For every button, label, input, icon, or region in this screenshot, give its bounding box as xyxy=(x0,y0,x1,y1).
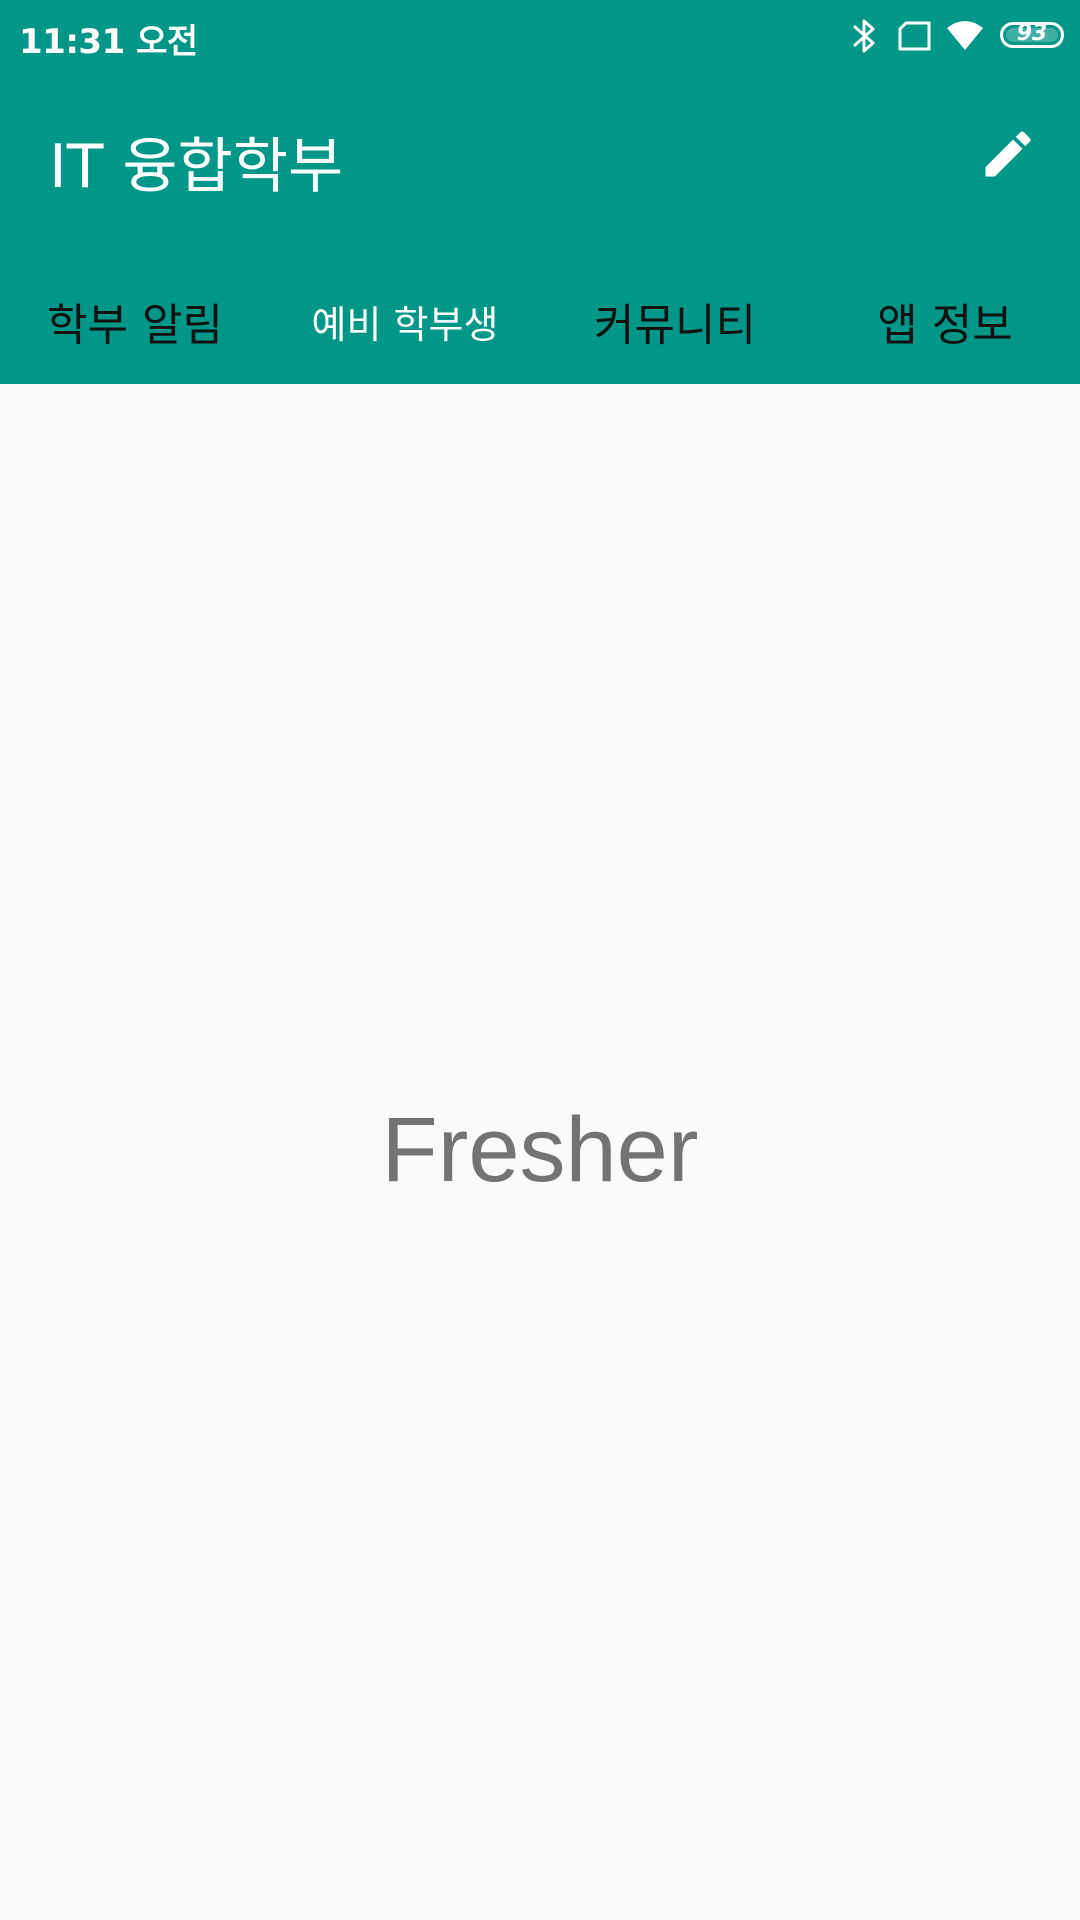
content-text: Fresher xyxy=(381,1099,699,1201)
screen: 11:31 오전 93 IT 융합학부 학부 알림 예비 학부생 커뮤니티 앱 … xyxy=(0,0,1080,1920)
edit-button[interactable] xyxy=(970,118,1046,194)
wifi-icon xyxy=(946,18,984,58)
tab-label: 학부 알림 xyxy=(47,300,223,351)
bluetooth-icon xyxy=(852,18,876,58)
tab-prospective-students[interactable]: 예비 학부생 xyxy=(270,258,540,384)
status-icons: 93 xyxy=(852,18,1064,54)
tab-label: 커뮤니티 xyxy=(594,300,756,351)
sim-card-icon xyxy=(896,18,934,58)
page-title: IT 융합학부 xyxy=(49,132,344,202)
tab-bar: 학부 알림 예비 학부생 커뮤니티 앱 정보 xyxy=(0,258,1080,384)
status-time: 11:31 오전 xyxy=(19,22,198,62)
tab-label: 앱 정보 xyxy=(877,300,1013,351)
tab-app-info[interactable]: 앱 정보 xyxy=(810,258,1080,384)
status-bar: 11:31 오전 93 xyxy=(0,0,1080,72)
tab-department-notice[interactable]: 학부 알림 xyxy=(0,258,270,384)
pencil-icon xyxy=(978,124,1038,188)
tab-community[interactable]: 커뮤니티 xyxy=(540,258,810,384)
app-bar: 11:31 오전 93 IT 융합학부 학부 알림 예비 학부생 커뮤니티 앱 … xyxy=(0,0,1080,384)
tab-label: 예비 학부생 xyxy=(311,302,499,347)
battery-level: 93 xyxy=(1016,21,1048,46)
battery-icon: 93 xyxy=(1000,21,1064,48)
